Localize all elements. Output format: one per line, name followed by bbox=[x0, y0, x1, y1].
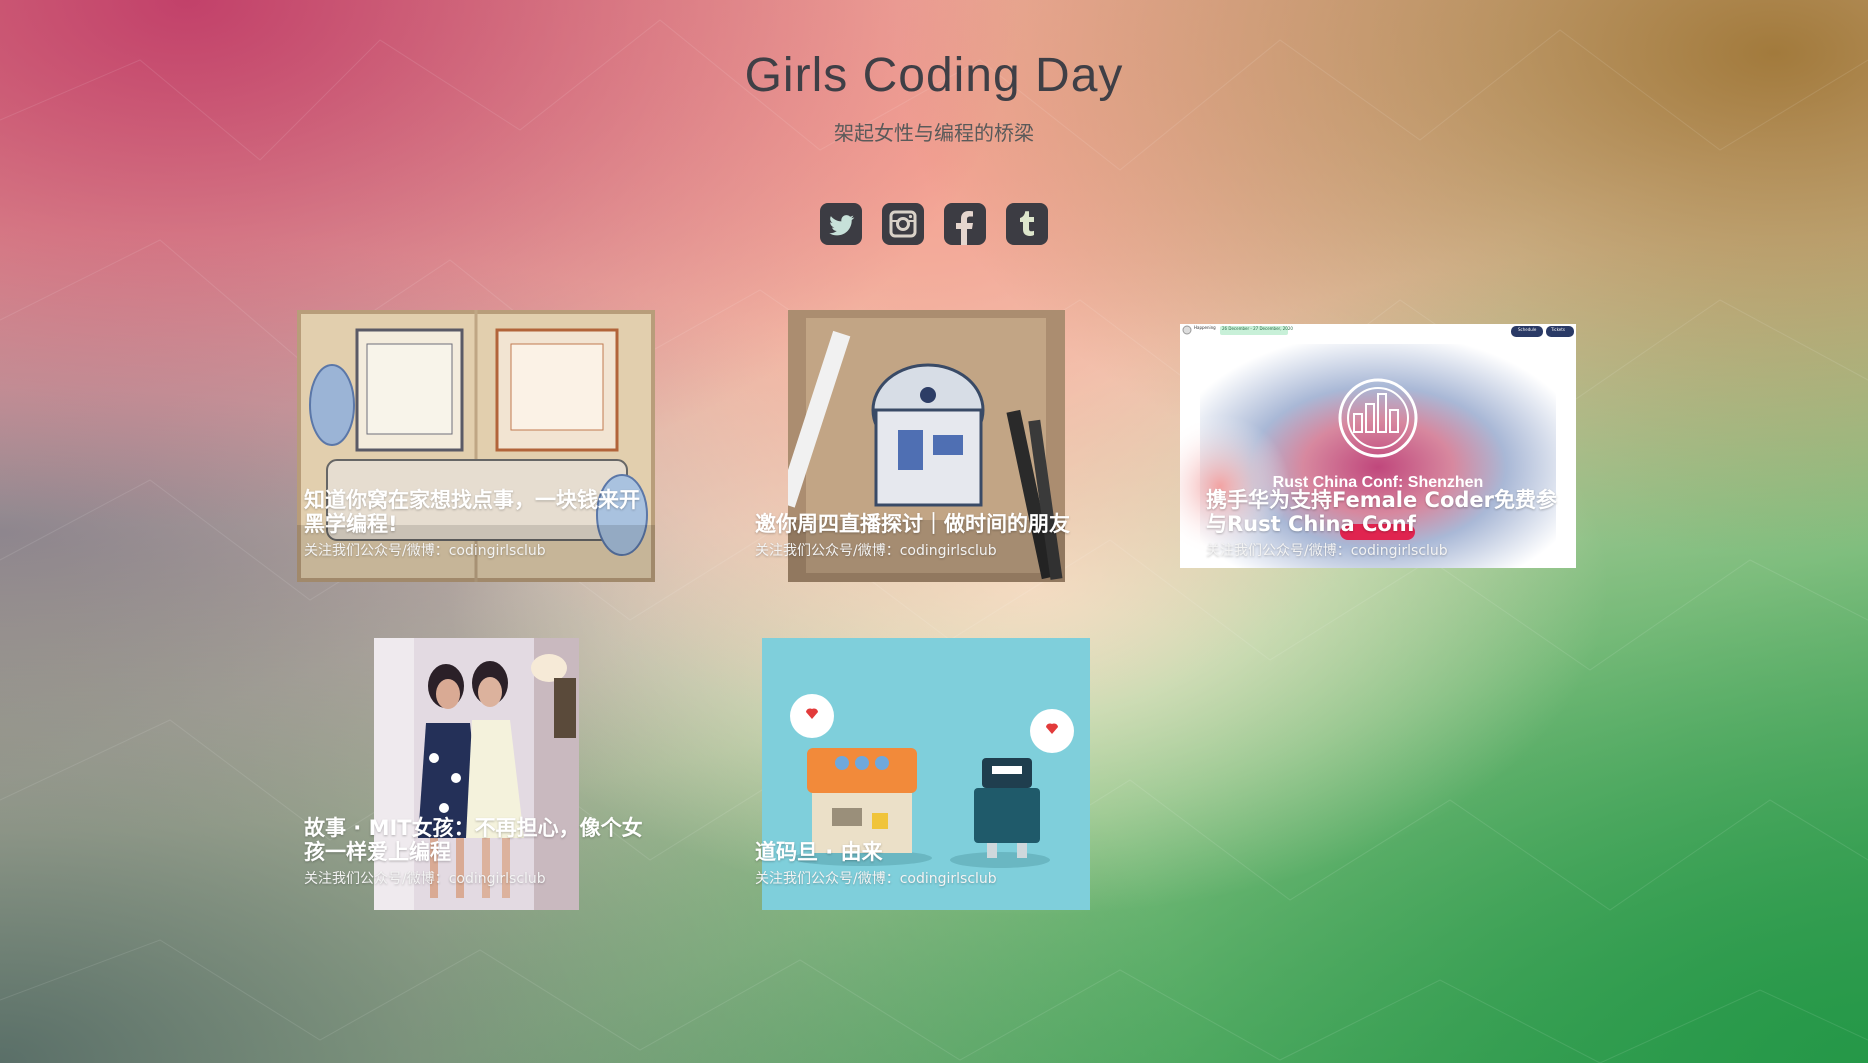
banner-topbar-date: 26 December - 27 December, 2020 bbox=[1222, 326, 1293, 331]
article-card[interactable]: Happening 26 December - 27 December, 202… bbox=[1180, 310, 1580, 582]
instagram-link[interactable] bbox=[882, 203, 924, 245]
card-subtitle: 关注我们公众号/微博：codingirlsclub bbox=[755, 871, 997, 887]
card-subtitle: 关注我们公众号/微博：codingirlsclub bbox=[1206, 543, 1448, 559]
card-title[interactable]: 携手华为支持Female Coder免费参与Rust China Conf bbox=[1206, 488, 1566, 536]
tumblr-link[interactable] bbox=[1006, 203, 1048, 245]
card-title[interactable]: 知道你窝在家想找点事，一块钱来开黑学编程! bbox=[304, 488, 654, 536]
banner-topbar-label: Happening bbox=[1194, 325, 1216, 330]
twitter-link[interactable] bbox=[820, 203, 862, 245]
page-header: Girls Coding Day 架起女性与编程的桥梁 bbox=[0, 48, 1868, 146]
article-card[interactable]: 道码旦 · 由来 关注我们公众号/微博：codingirlsclub bbox=[755, 638, 1185, 910]
card-title[interactable]: 故事 · MIT女孩：不再担心，像个女孩一样爱上编程 bbox=[304, 816, 654, 864]
card-caption: 邀你周四直播探讨｜做时间的朋友 关注我们公众号/微博：codingirlsclu… bbox=[755, 512, 1105, 560]
facebook-link[interactable] bbox=[944, 203, 986, 245]
card-subtitle: 关注我们公众号/微博：codingirlsclub bbox=[304, 543, 546, 559]
facebook-icon bbox=[956, 211, 973, 245]
card-subtitle: 关注我们公众号/微博：codingirlsclub bbox=[755, 543, 997, 559]
tumblr-icon bbox=[1020, 211, 1034, 236]
site-subtitle: 架起女性与编程的桥梁 bbox=[834, 121, 1034, 145]
card-subtitle: 关注我们公众号/微博：codingirlsclub bbox=[304, 871, 546, 887]
card-title[interactable]: 邀你周四直播探讨｜做时间的朋友 bbox=[755, 512, 1105, 536]
banner-tickets-button: Tickets bbox=[1551, 327, 1565, 332]
card-caption: 故事 · MIT女孩：不再担心，像个女孩一样爱上编程 关注我们公众号/微博：co… bbox=[304, 816, 654, 888]
card-title[interactable]: 道码旦 · 由来 bbox=[755, 840, 1105, 864]
site-title: Girls Coding Day bbox=[744, 49, 1124, 102]
banner-schedule-button: Schedule bbox=[1518, 327, 1537, 332]
article-card[interactable]: 邀你周四直播探讨｜做时间的朋友 关注我们公众号/微博：codingirlsclu… bbox=[755, 310, 1185, 582]
instagram-icon bbox=[889, 210, 917, 238]
article-card[interactable]: 知道你窝在家想找点事，一块钱来开黑学编程! 关注我们公众号/微博：codingi… bbox=[297, 310, 727, 582]
article-card[interactable]: 故事 · MIT女孩：不再担心，像个女孩一样爱上编程 关注我们公众号/微博：co… bbox=[297, 638, 727, 910]
social-links bbox=[0, 203, 1868, 245]
card-caption: 道码旦 · 由来 关注我们公众号/微博：codingirlsclub bbox=[755, 840, 1105, 888]
twitter-icon bbox=[829, 215, 855, 236]
card-caption: 知道你窝在家想找点事，一块钱来开黑学编程! 关注我们公众号/微博：codingi… bbox=[304, 488, 654, 560]
card-caption: 携手华为支持Female Coder免费参与Rust China Conf 关注… bbox=[1206, 488, 1566, 560]
